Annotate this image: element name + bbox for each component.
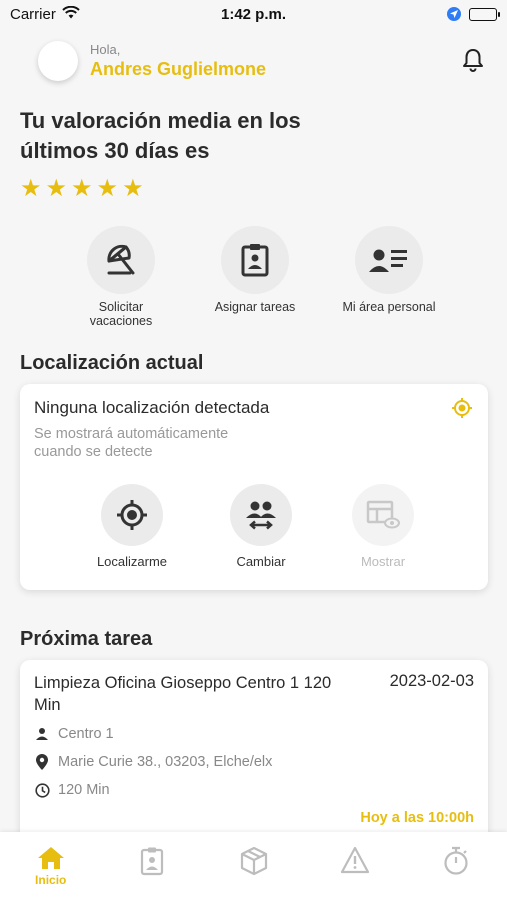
people-swap-icon xyxy=(246,501,276,530)
show-location-label: Mostrar xyxy=(360,554,406,569)
change-location-label: Cambiar xyxy=(236,554,286,569)
star-icon: ★ xyxy=(20,175,42,202)
clock-icon xyxy=(34,782,50,798)
tab-inventory[interactable] xyxy=(203,832,304,900)
person-icon xyxy=(34,726,50,742)
location-arrow-icon xyxy=(447,7,461,21)
task-address: Marie Curie 38., 03203, Elche/elx xyxy=(58,754,273,770)
locate-me-button[interactable]: Localizarme xyxy=(77,484,187,569)
show-location-button[interactable]: Mostrar xyxy=(328,484,438,569)
crosshair-icon xyxy=(117,500,147,530)
stopwatch-icon xyxy=(444,846,468,875)
assign-tasks-button[interactable]: Asignar tareas xyxy=(200,226,310,314)
request-vacation-button[interactable]: Solicitar vacaciones xyxy=(66,226,176,328)
task-center: Centro 1 xyxy=(58,726,114,742)
location-card-subtitle: Se mostrará automáticamente cuando se de… xyxy=(34,426,229,460)
clipboard-person-icon xyxy=(241,244,269,277)
rating-stars: ★ ★ ★ ★ ★ xyxy=(20,176,144,202)
rating-title: Tu valoración media en los últimos 30 dí… xyxy=(20,108,301,163)
task-date: 2023-02-03 xyxy=(389,672,474,690)
next-task-card[interactable]: Limpieza Oficina Gioseppo Centro 1 120 M… xyxy=(20,660,488,842)
avatar[interactable] xyxy=(38,41,78,81)
star-icon: ★ xyxy=(96,175,119,202)
next-task-section-title: Próxima tarea xyxy=(20,628,153,650)
task-name: Limpieza Oficina Gioseppo Centro 1 120 M… xyxy=(34,674,332,714)
user-name: Andres Guglielmone xyxy=(90,59,267,79)
locate-me-label: Localizarme xyxy=(96,554,168,569)
location-card: Ninguna localización detectada Se mostra… xyxy=(20,384,488,590)
task-center-row: Centro 1 xyxy=(34,726,114,742)
star-icon: ★ xyxy=(71,175,93,202)
star-icon: ★ xyxy=(45,175,68,202)
task-when: Hoy a las 10:00h xyxy=(360,810,474,826)
location-card-title: Ninguna localización detectada xyxy=(34,398,270,417)
star-icon: ★ xyxy=(122,175,144,202)
carrier-label: Carrier xyxy=(10,5,56,23)
tab-timer[interactable] xyxy=(406,832,507,900)
tab-incidents[interactable] xyxy=(304,832,405,900)
quick-actions: Solicitar vacaciones Asignar tareas Mi á… xyxy=(0,226,507,328)
status-bar: Carrier 1:42 p.m. xyxy=(0,0,507,28)
tab-bar: Inicio xyxy=(0,832,507,900)
change-location-button[interactable]: Cambiar xyxy=(206,484,316,569)
clipboard-icon xyxy=(141,847,164,876)
person-list-icon xyxy=(369,249,407,272)
location-pin-icon xyxy=(34,754,50,770)
battery-icon xyxy=(469,7,500,21)
view-table-icon xyxy=(366,500,400,529)
umbrella-icon xyxy=(107,244,135,275)
wifi-icon xyxy=(62,5,80,23)
greeting-label: Hola, xyxy=(90,42,121,57)
personal-area-button[interactable]: Mi área personal xyxy=(334,226,444,314)
request-vacation-label: Solicitar vacaciones xyxy=(89,300,153,328)
tab-tasks[interactable] xyxy=(101,832,202,900)
warning-icon xyxy=(340,846,370,874)
task-duration-row: 120 Min xyxy=(34,782,110,798)
assign-tasks-label: Asignar tareas xyxy=(214,300,296,314)
task-address-row: Marie Curie 38., 03203, Elche/elx xyxy=(34,754,272,770)
gps-target-icon[interactable] xyxy=(450,396,474,420)
bell-icon[interactable] xyxy=(459,46,487,74)
location-section-title: Localización actual xyxy=(20,352,204,374)
home-icon xyxy=(37,847,64,869)
tab-home-label: Inicio xyxy=(35,873,67,887)
header: Hola, Andres Guglielmone xyxy=(38,38,487,84)
personal-area-label: Mi área personal xyxy=(342,300,436,314)
task-duration: 120 Min xyxy=(58,782,110,798)
box-icon xyxy=(240,846,267,876)
tab-home[interactable]: Inicio xyxy=(0,832,101,900)
